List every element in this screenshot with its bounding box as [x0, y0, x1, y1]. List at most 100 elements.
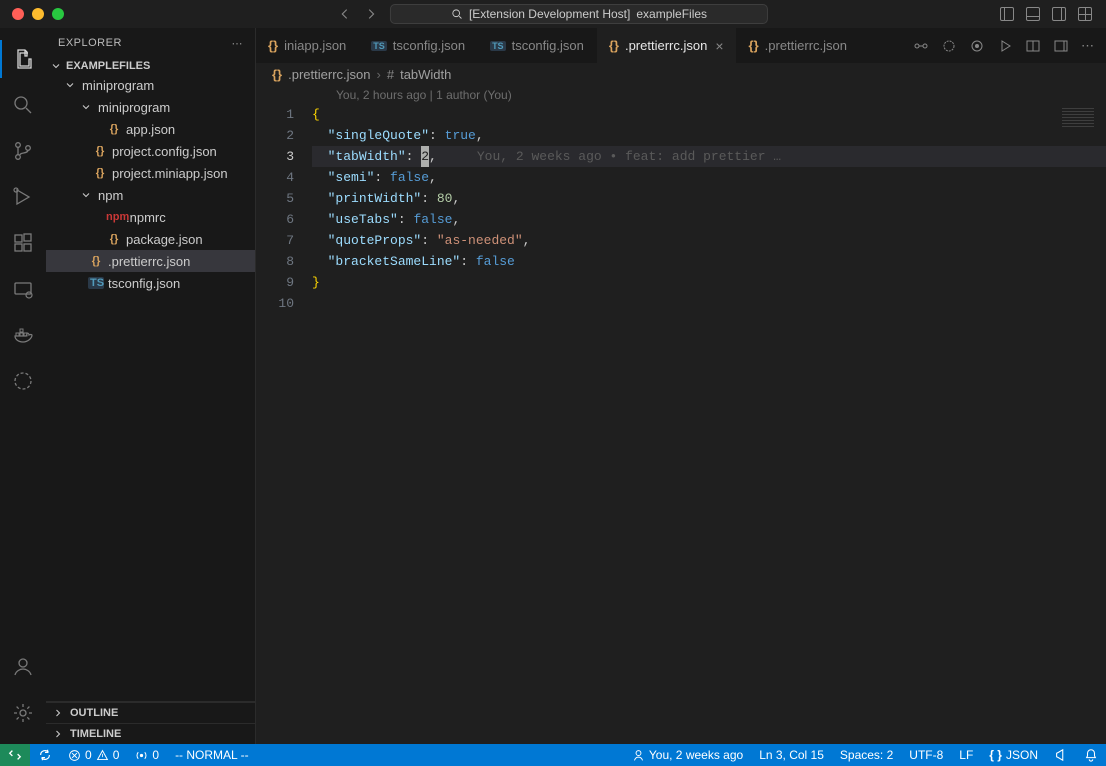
sync-button[interactable] — [30, 744, 60, 766]
command-center-text: exampleFiles — [636, 7, 707, 21]
code-line[interactable]: "singleQuote": true, — [312, 125, 1106, 146]
code-editor[interactable]: 12345678910 { "singleQuote": true, "tabW… — [256, 104, 1106, 744]
code-line[interactable]: "tabWidth": 2,You, 2 weeks ago • feat: a… — [312, 146, 1106, 167]
search-icon — [11, 93, 35, 117]
file-item[interactable]: npm.npmrc — [46, 206, 255, 228]
outline-section[interactable]: OUTLINE — [46, 702, 255, 723]
file-item[interactable]: {}.prettierrc.json — [46, 250, 255, 272]
close-window-button[interactable] — [12, 8, 24, 20]
timeline-section[interactable]: TIMELINE — [46, 723, 255, 744]
close-tab-button[interactable]: × — [715, 38, 723, 54]
code-line[interactable]: { — [312, 104, 1106, 125]
layout-icon2[interactable] — [1053, 38, 1069, 54]
activity-search[interactable] — [0, 82, 46, 128]
activity-settings[interactable] — [0, 690, 46, 736]
editor-tab[interactable]: {}.prettierrc.json× — [597, 28, 737, 63]
code-line[interactable]: "printWidth": 80, — [312, 188, 1106, 209]
json-icon: {} — [609, 38, 619, 53]
activity-run-debug[interactable] — [0, 174, 46, 220]
editor-tab[interactable]: {}iniapp.json — [256, 28, 359, 63]
window-controls — [0, 8, 64, 20]
sidebar-title: EXPLORER — [58, 37, 122, 49]
tab-label: tsconfig.json — [512, 38, 584, 53]
minimize-window-button[interactable] — [32, 8, 44, 20]
toggle-annotations-icon[interactable] — [969, 38, 985, 54]
file-item[interactable]: {}project.miniapp.json — [46, 162, 255, 184]
folder-item[interactable]: npm — [46, 184, 255, 206]
chevron-down-icon — [50, 60, 62, 72]
field-icon: # — [387, 67, 394, 82]
activity-explorer[interactable] — [0, 36, 46, 82]
notifications-button[interactable] — [1076, 748, 1106, 762]
ports-button[interactable]: 0 — [127, 744, 167, 766]
activity-source-control[interactable] — [0, 128, 46, 174]
feedback-button[interactable] — [1046, 748, 1076, 762]
ports-count: 0 — [152, 748, 159, 762]
file-history-icon[interactable] — [941, 38, 957, 54]
warning-count: 0 — [113, 748, 120, 762]
breadcrumbs[interactable]: {} .prettierrc.json › # tabWidth — [256, 63, 1106, 86]
code-line[interactable]: "quoteProps": "as-needed", — [312, 230, 1106, 251]
file-item[interactable]: TStsconfig.json — [46, 272, 255, 294]
json-icon: {} — [272, 67, 282, 82]
code-line[interactable]: } — [312, 272, 1106, 293]
antenna-icon — [135, 749, 148, 762]
more-actions-button[interactable]: ⋯ — [1081, 38, 1094, 54]
indentation[interactable]: Spaces: 2 — [832, 748, 901, 762]
code-line[interactable]: "semi": false, — [312, 167, 1106, 188]
folder-item[interactable]: miniprogram — [46, 74, 255, 96]
command-center[interactable]: [Extension Development Host] exampleFile… — [390, 4, 768, 24]
json-icon: {} — [92, 145, 108, 157]
tab-label: iniapp.json — [284, 38, 346, 53]
split-editor-icon[interactable] — [1025, 38, 1041, 54]
editor-tab[interactable]: TStsconfig.json — [359, 28, 478, 63]
editor-tabs: {}iniapp.jsonTStsconfig.jsonTStsconfig.j… — [256, 28, 1106, 63]
editor-tab[interactable]: TStsconfig.json — [478, 28, 597, 63]
code-line[interactable] — [312, 293, 1106, 314]
error-icon — [68, 749, 81, 762]
remote-indicator[interactable] — [0, 744, 30, 766]
json-icon: {} — [106, 233, 122, 245]
toggle-primary-sidebar-button[interactable] — [1000, 7, 1014, 21]
activity-remote[interactable] — [0, 266, 46, 312]
customize-layout-button[interactable] — [1078, 7, 1092, 21]
editor-tab[interactable]: {}.prettierrc.json — [737, 28, 861, 63]
toggle-panel-button[interactable] — [1026, 7, 1040, 21]
file-item[interactable]: {} package.json — [46, 228, 255, 250]
code-content[interactable]: { "singleQuote": true, "tabWidth": 2,You… — [312, 104, 1106, 744]
nav-arrows — [338, 7, 378, 21]
activity-unknown[interactable] — [0, 358, 46, 404]
error-count: 0 — [85, 748, 92, 762]
file-item[interactable]: {} project.config.json — [46, 140, 255, 162]
code-line[interactable]: "useTabs": false, — [312, 209, 1106, 230]
encoding[interactable]: UTF-8 — [901, 748, 951, 762]
tree-item-label: miniprogram — [98, 100, 170, 115]
sidebar-more-button[interactable]: ⋯ — [232, 37, 244, 50]
maximize-window-button[interactable] — [52, 8, 64, 20]
file-item[interactable]: {}app.json — [46, 118, 255, 140]
toggle-secondary-sidebar-button[interactable] — [1052, 7, 1066, 21]
gitlens-blame-status[interactable]: You, 2 weeks ago — [624, 748, 751, 762]
run-icon[interactable] — [997, 38, 1013, 54]
cursor-position[interactable]: Ln 3, Col 15 — [751, 748, 832, 762]
problems-button[interactable]: 0 0 — [60, 744, 127, 766]
nav-back-button[interactable] — [338, 7, 352, 21]
activity-accounts[interactable] — [0, 644, 46, 690]
chevron-down-icon — [80, 101, 94, 113]
language-mode[interactable]: { } JSON — [981, 748, 1046, 762]
code-line[interactable]: "bracketSameLine": false — [312, 251, 1106, 272]
eol[interactable]: LF — [951, 748, 981, 762]
tree-item-label: package.json — [126, 232, 203, 247]
activity-extensions[interactable] — [0, 220, 46, 266]
explorer-root[interactable]: EXAMPLEFILES — [46, 58, 255, 74]
activity-docker[interactable] — [0, 312, 46, 358]
nav-forward-button[interactable] — [364, 7, 378, 21]
tree-item-label: project.config.json — [112, 144, 217, 159]
folder-item[interactable]: miniprogram — [46, 96, 255, 118]
chevron-down-icon — [80, 189, 94, 201]
compare-changes-icon[interactable] — [913, 38, 929, 54]
file-tree: miniprogramminiprogram{}app.json{}projec… — [46, 74, 255, 294]
ts-icon: TS — [88, 277, 104, 289]
editor-area: {}iniapp.jsonTStsconfig.jsonTStsconfig.j… — [256, 28, 1106, 744]
tab-label: .prettierrc.json — [765, 38, 847, 53]
